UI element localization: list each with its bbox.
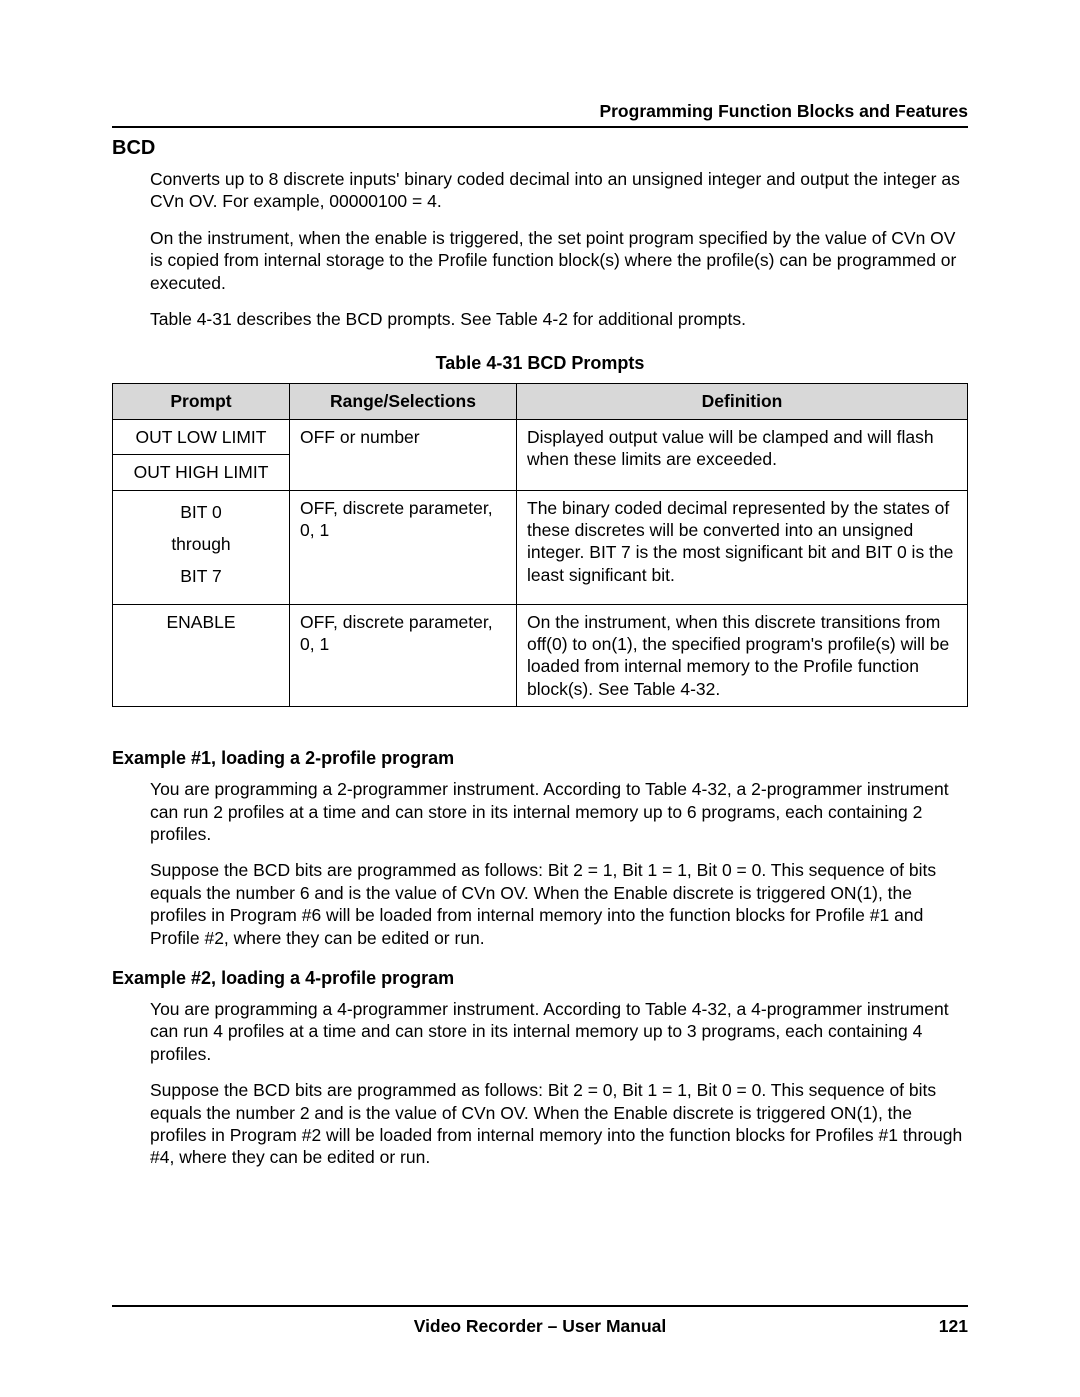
paragraph: On the instrument, when the enable is tr… bbox=[150, 227, 968, 294]
top-rule bbox=[112, 126, 968, 128]
table-row: ENABLE OFF, discrete parameter, 0, 1 On … bbox=[113, 604, 968, 707]
cell-prompt: OUT LOW LIMIT bbox=[113, 419, 290, 454]
paragraph: You are programming a 2-programmer instr… bbox=[150, 778, 968, 845]
cell-prompt-bits: BIT 0 through BIT 7 bbox=[113, 490, 290, 604]
cell-definition: Displayed output value will be clamped a… bbox=[517, 419, 968, 490]
example2-heading: Example #2, loading a 4-profile program bbox=[112, 967, 968, 990]
cell-definition: The binary coded decimal represented by … bbox=[517, 490, 968, 604]
col-header-prompt: Prompt bbox=[113, 384, 290, 419]
cell-range: OFF, discrete parameter, 0, 1 bbox=[290, 604, 517, 707]
table-row: OUT LOW LIMIT OFF or number Displayed ou… bbox=[113, 419, 968, 454]
paragraph: You are programming a 4-programmer instr… bbox=[150, 998, 968, 1065]
cell-range: OFF or number bbox=[290, 419, 517, 490]
col-header-range: Range/Selections bbox=[290, 384, 517, 419]
paragraph: Converts up to 8 discrete inputs' binary… bbox=[150, 168, 968, 213]
table-row: BIT 0 through BIT 7 OFF, discrete parame… bbox=[113, 490, 968, 604]
footer-title: Video Recorder – User Manual bbox=[112, 1315, 968, 1337]
cell-definition: On the instrument, when this discrete tr… bbox=[517, 604, 968, 707]
example1-heading: Example #1, loading a 2-profile program bbox=[112, 747, 968, 770]
bcd-prompts-table: Prompt Range/Selections Definition OUT L… bbox=[112, 383, 968, 707]
table-caption: Table 4-31 BCD Prompts bbox=[112, 352, 968, 375]
running-head: Programming Function Blocks and Features bbox=[112, 100, 968, 122]
page-footer: Video Recorder – User Manual 121 bbox=[112, 1305, 968, 1337]
col-header-definition: Definition bbox=[517, 384, 968, 419]
bit-label: through bbox=[123, 533, 279, 555]
cell-prompt: ENABLE bbox=[113, 604, 290, 707]
section-title-bcd: BCD bbox=[112, 136, 968, 162]
page: Programming Function Blocks and Features… bbox=[0, 0, 1080, 1397]
cell-prompt: OUT HIGH LIMIT bbox=[113, 455, 290, 490]
bit-label: BIT 7 bbox=[123, 565, 279, 587]
paragraph: Suppose the BCD bits are programmed as f… bbox=[150, 1079, 968, 1169]
footer-rule bbox=[112, 1305, 968, 1307]
paragraph: Table 4-31 describes the BCD prompts. Se… bbox=[150, 308, 968, 330]
bit-label: BIT 0 bbox=[123, 501, 279, 523]
table-header-row: Prompt Range/Selections Definition bbox=[113, 384, 968, 419]
cell-range: OFF, discrete parameter, 0, 1 bbox=[290, 490, 517, 604]
paragraph: Suppose the BCD bits are programmed as f… bbox=[150, 859, 968, 949]
